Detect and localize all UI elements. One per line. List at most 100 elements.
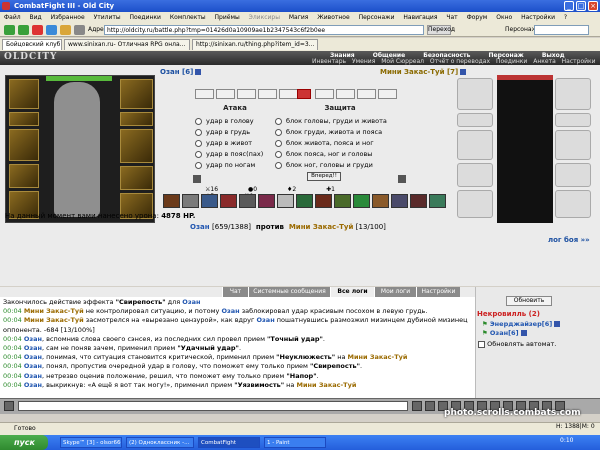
minimize-button[interactable]: _ xyxy=(564,1,574,11)
shield-slot[interactable] xyxy=(120,129,153,163)
action-slot[interactable] xyxy=(195,89,214,99)
task-button[interactable]: CombatFight xyxy=(198,437,260,448)
ability-icon[interactable] xyxy=(258,194,275,208)
enemy-character-name[interactable]: Мини Закас-Туй [7] xyxy=(380,68,467,76)
shield-slot[interactable] xyxy=(555,130,591,160)
online-user-name[interactable]: Озан[6] xyxy=(490,329,519,337)
ability-icon[interactable] xyxy=(391,194,408,208)
tab-settings[interactable]: Настройки xyxy=(416,287,460,297)
ability-icon[interactable] xyxy=(296,194,313,208)
ability-icon[interactable] xyxy=(429,194,446,208)
ability-icon[interactable] xyxy=(315,194,332,208)
task-button[interactable]: (2) Одноклассник -... xyxy=(126,437,194,448)
tab-chat[interactable]: Чат xyxy=(222,287,248,297)
chat-user[interactable]: Озан xyxy=(257,316,275,324)
menu-item[interactable]: Поединки xyxy=(130,14,161,21)
close-button[interactable]: × xyxy=(588,1,598,11)
print-icon[interactable] xyxy=(74,25,85,35)
clear-icon[interactable] xyxy=(425,401,435,411)
weapon-slot[interactable] xyxy=(457,130,493,160)
earrings-slot[interactable] xyxy=(120,79,153,109)
nav-link[interactable]: Инвентарь xyxy=(312,58,346,65)
menu-item[interactable]: Вид xyxy=(30,14,42,21)
defense-option[interactable]: блок живота, пояса и ног xyxy=(275,138,405,149)
action-slot[interactable] xyxy=(336,89,355,99)
chat-user[interactable]: Озан xyxy=(24,335,42,343)
weapon-slot[interactable] xyxy=(9,129,39,161)
menu-item[interactable]: Животное xyxy=(317,14,349,21)
chat-user[interactable]: Мини Закас-Туй xyxy=(24,307,84,315)
tab-all-logs[interactable]: Все логи xyxy=(330,287,374,297)
go-button[interactable]: Переход xyxy=(427,25,455,35)
menu-item[interactable]: Комплекты xyxy=(170,14,206,21)
attack-option[interactable]: удар в живот xyxy=(195,138,275,149)
chat-user[interactable]: Мини Закас-Туй xyxy=(296,381,356,389)
menu-item[interactable]: Окно xyxy=(496,14,512,21)
nav-link[interactable]: Отчёт о переводах xyxy=(430,58,490,65)
earrings-slot[interactable] xyxy=(555,78,591,110)
menu-item[interactable]: Навигация xyxy=(403,14,437,21)
forward-icon[interactable] xyxy=(18,25,29,35)
ability-icon[interactable] xyxy=(201,194,218,208)
chat-user[interactable]: Озан xyxy=(24,372,42,380)
checkbox[interactable] xyxy=(478,340,485,348)
ability-icon[interactable] xyxy=(163,194,180,208)
attack-option[interactable]: удар в пояс(пах) xyxy=(195,149,275,160)
send-icon[interactable] xyxy=(412,401,422,411)
battle-log-link[interactable]: лог боя »» xyxy=(548,236,590,244)
attack-option[interactable]: удар по ногам xyxy=(195,160,275,171)
my-character-name[interactable]: Озан [6] xyxy=(160,68,202,76)
amulet-slot[interactable] xyxy=(457,113,493,127)
action-slot[interactable] xyxy=(357,89,376,99)
chat-input[interactable] xyxy=(18,401,408,411)
tab-my-logs[interactable]: Мои логи xyxy=(374,287,416,297)
menu-item[interactable]: Файл xyxy=(4,14,21,21)
menu-item[interactable]: Избранное xyxy=(51,14,85,21)
online-user[interactable]: ⚑ Энерджайзер[6] xyxy=(482,320,561,328)
radio-icon[interactable] xyxy=(195,139,202,147)
menu-item[interactable]: Магия xyxy=(289,14,309,21)
belt-slot[interactable] xyxy=(457,190,493,218)
info-icon[interactable] xyxy=(195,69,202,75)
action-slot[interactable] xyxy=(378,89,397,99)
home-icon[interactable] xyxy=(60,25,71,35)
chat-user[interactable]: Озан xyxy=(221,307,239,315)
smiley-icon[interactable] xyxy=(4,401,14,411)
action-slot[interactable] xyxy=(216,89,235,99)
action-slot[interactable] xyxy=(315,89,334,99)
heart-icon[interactable] xyxy=(297,89,311,99)
prev-arrow-icon[interactable] xyxy=(193,175,201,183)
chat-user[interactable]: Мини Закас-Туй xyxy=(348,353,408,361)
task-button[interactable]: Skype™ [3] - olsor666 xyxy=(60,437,122,448)
menu-item[interactable]: Приёмы xyxy=(215,14,240,21)
start-button[interactable]: пуск xyxy=(0,435,48,450)
my-name-link[interactable]: Озан xyxy=(190,223,210,231)
menu-item[interactable]: Настройки xyxy=(521,14,555,21)
chat-user[interactable]: Озан xyxy=(24,353,42,361)
armor-slot[interactable] xyxy=(457,163,493,187)
radio-icon[interactable] xyxy=(275,139,282,147)
chat-user[interactable]: Озан xyxy=(24,381,42,389)
nav-link[interactable]: Умения xyxy=(352,58,375,65)
radio-icon[interactable] xyxy=(195,128,202,136)
armor-slot[interactable] xyxy=(9,164,39,188)
gloves-slot[interactable] xyxy=(120,166,153,190)
menu-item[interactable]: Чат xyxy=(446,14,457,21)
tab-thing[interactable]: http://sinixan.ru/thing.php?item_id=3... xyxy=(192,39,318,50)
ability-icon[interactable] xyxy=(239,194,256,208)
defense-option[interactable]: блок ног, головы и груди xyxy=(275,160,405,171)
menu-item[interactable]: Персонажи xyxy=(359,14,395,21)
chat-user[interactable]: Мини Закас-Туй xyxy=(24,316,84,324)
radio-icon[interactable] xyxy=(275,117,282,125)
nav-link[interactable]: Настройки xyxy=(562,58,596,65)
chat-user[interactable]: Озан xyxy=(24,362,42,370)
tab-sinixan[interactable]: www.sinixan.ru- Отличная RPG онла... xyxy=(64,39,190,50)
address-input[interactable]: http://oldcity.ru/battle.php?tmp=01426d0… xyxy=(104,25,424,35)
refresh-button[interactable]: Обновить xyxy=(506,296,552,306)
radio-icon[interactable] xyxy=(275,161,282,169)
back-icon[interactable] xyxy=(4,25,15,35)
maximize-button[interactable]: □ xyxy=(576,1,586,11)
gloves-slot[interactable] xyxy=(555,163,591,187)
radio-icon[interactable] xyxy=(195,117,202,125)
defense-option[interactable]: блок груди, живота и пояса xyxy=(275,127,405,138)
